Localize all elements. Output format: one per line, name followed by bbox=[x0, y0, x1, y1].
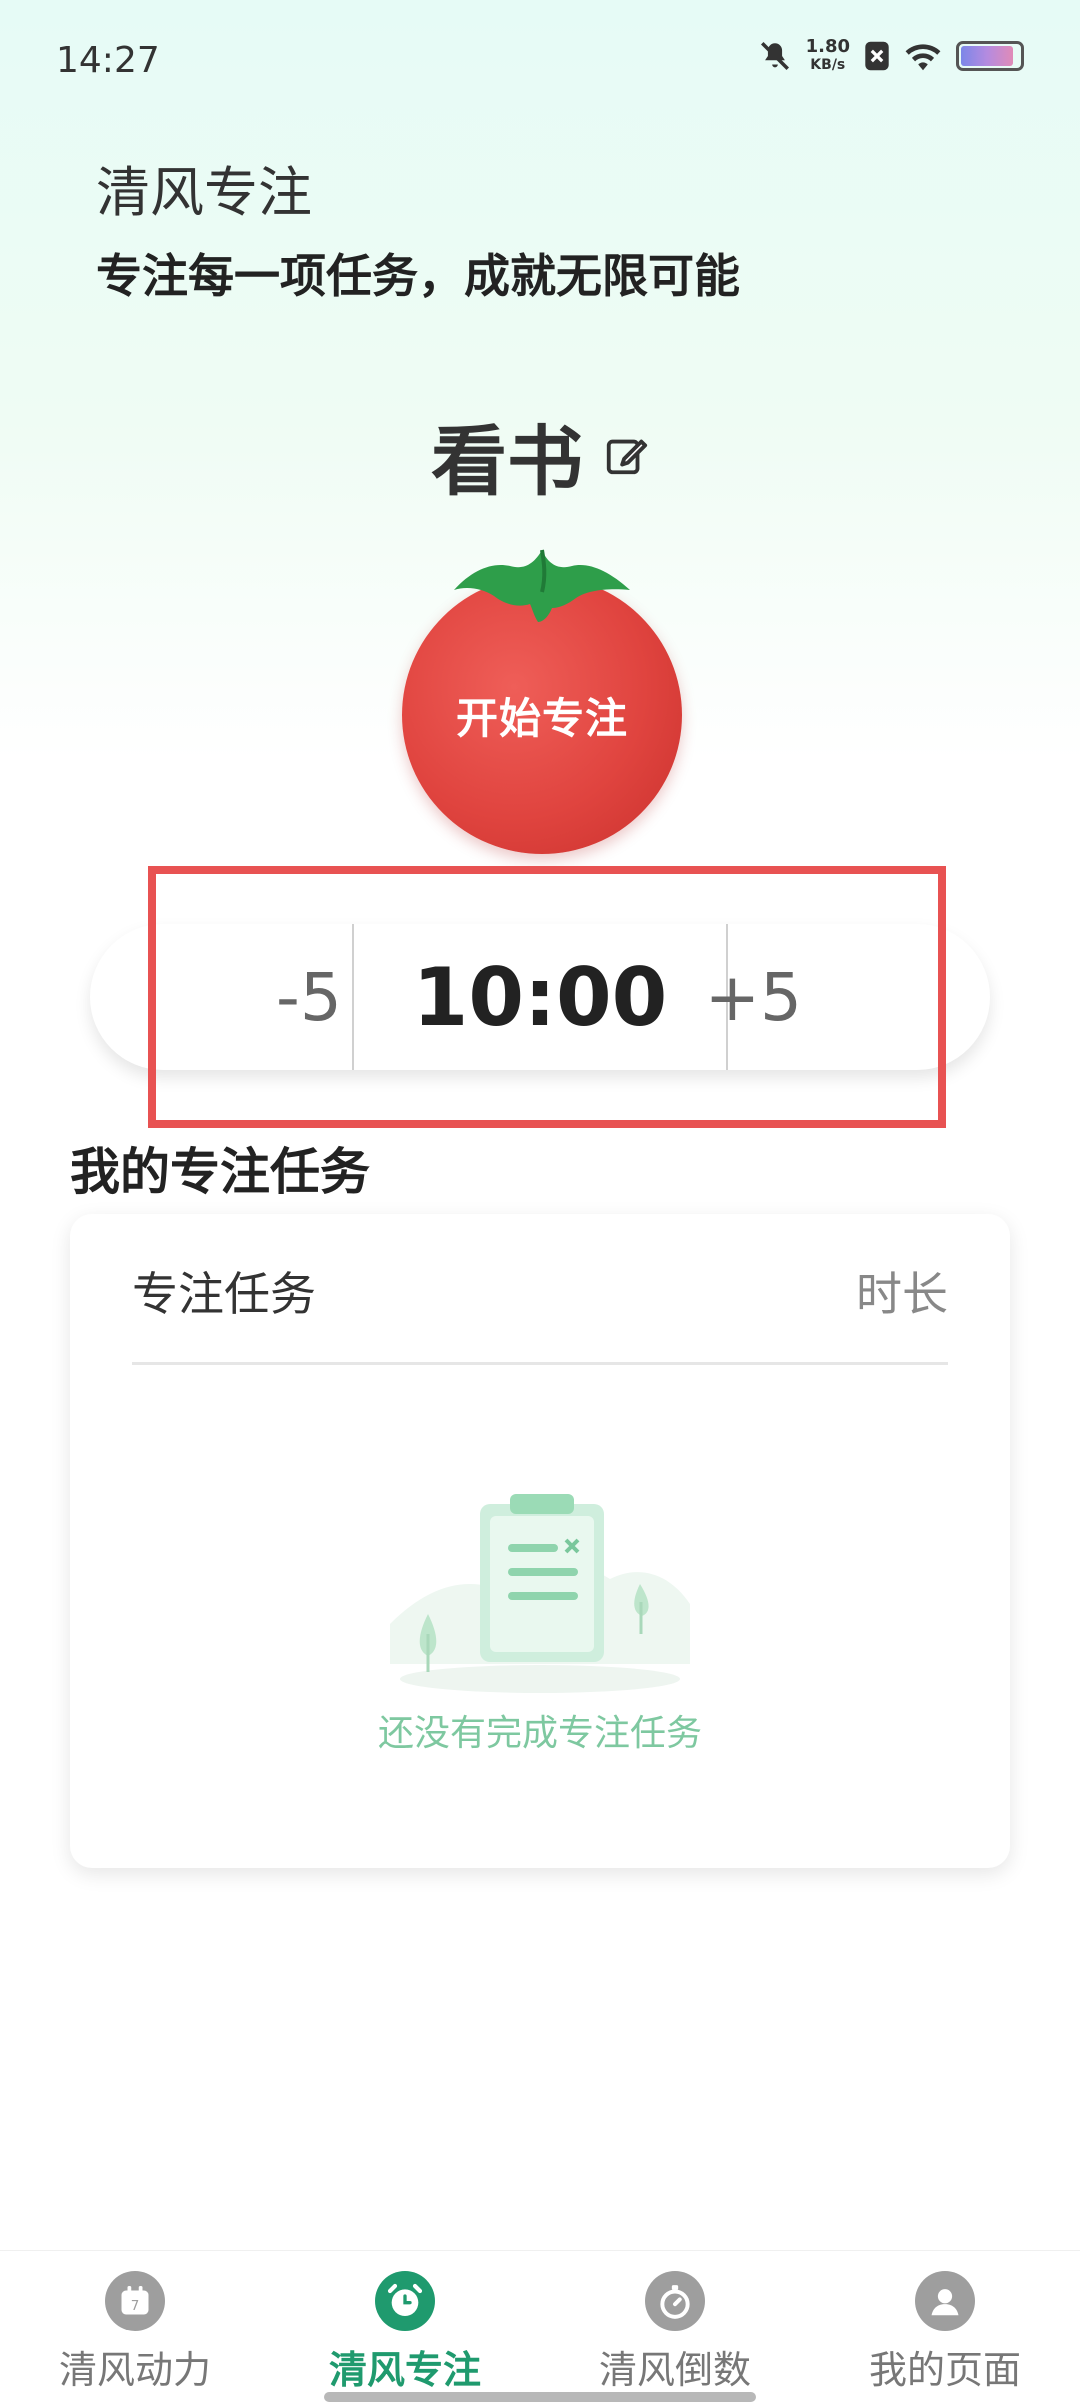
start-focus-label: 开始专注 bbox=[455, 693, 628, 743]
card-divider bbox=[132, 1362, 948, 1365]
nav-label-focus: 清风专注 bbox=[328, 2348, 481, 2392]
battery-fill bbox=[961, 46, 1013, 66]
clock-icon bbox=[375, 2271, 435, 2331]
task-card: 专注任务 时长 还没有完成专注任务 bbox=[70, 1214, 1010, 1868]
sim-off-icon bbox=[865, 41, 889, 71]
nav-label-momentum: 清风动力 bbox=[58, 2348, 211, 2392]
empty-clipboard-icon bbox=[390, 1494, 690, 1693]
stopwatch-icon bbox=[645, 2271, 705, 2331]
bottom-nav: 7 清风动力 清风专注 清风倒数 我的页面 bbox=[0, 2250, 1080, 2408]
battery-icon bbox=[956, 41, 1024, 71]
status-time: 14:27 bbox=[56, 40, 160, 81]
nav-label-countdown: 清风倒数 bbox=[598, 2348, 751, 2392]
tomato-leaf-icon bbox=[454, 549, 630, 622]
edit-icon[interactable] bbox=[603, 432, 649, 478]
nav-item-profile[interactable]: 我的页面 bbox=[810, 2271, 1080, 2394]
nav-label-profile: 我的页面 bbox=[868, 2348, 1021, 2392]
column-duration: 时长 bbox=[856, 1267, 948, 1321]
net-speed-unit: KB/s bbox=[810, 57, 846, 73]
svg-text:7: 7 bbox=[131, 2298, 140, 2314]
user-icon bbox=[915, 2271, 975, 2331]
app-title: 清风专注 bbox=[96, 161, 312, 224]
nav-item-focus[interactable]: 清风专注 bbox=[270, 2271, 540, 2394]
status-icons: 1.80 KB/s bbox=[758, 38, 1024, 74]
status-bar: 14:27 1.80 KB/s bbox=[0, 0, 1080, 120]
column-task: 专注任务 bbox=[132, 1267, 316, 1321]
mute-icon bbox=[760, 41, 789, 71]
wifi-icon bbox=[905, 44, 941, 71]
nav-item-countdown[interactable]: 清风倒数 bbox=[540, 2271, 810, 2394]
my-tasks-title: 我的专注任务 bbox=[70, 1143, 370, 1201]
home-indicator[interactable] bbox=[324, 2392, 756, 2402]
net-speed-value: 1.80 bbox=[805, 36, 850, 57]
empty-state-text: 还没有完成专注任务 bbox=[377, 1713, 702, 1754]
calendar-icon: 7 bbox=[105, 2271, 165, 2331]
nav-item-momentum[interactable]: 7 清风动力 bbox=[0, 2271, 270, 2394]
net-speed: 1.80 KB/s bbox=[806, 38, 850, 74]
start-focus-button[interactable]: 开始专注 bbox=[398, 546, 686, 856]
highlight-box bbox=[148, 866, 946, 1128]
app-subtitle: 专注每一项任务，成就无限可能 bbox=[96, 249, 740, 303]
task-name: 看书 bbox=[431, 417, 583, 506]
task-name-row: 看书 bbox=[0, 400, 1080, 510]
